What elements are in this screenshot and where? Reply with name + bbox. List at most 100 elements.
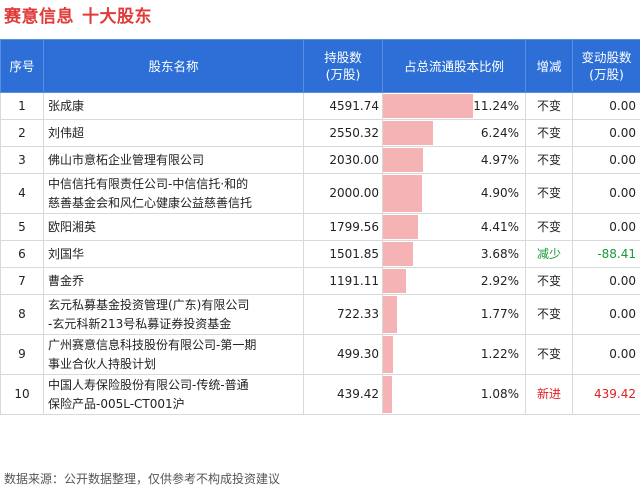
- shareholder-name-line: 刘国华: [48, 246, 85, 261]
- page-subtitle: 十大股东: [82, 7, 152, 27]
- shareholder-name-line: 佛山市意柘企业管理有限公司: [48, 152, 205, 167]
- holding-amount: 2030.00: [303, 146, 383, 174]
- holding-amount: 1191.11: [303, 267, 383, 295]
- shareholder-name: 刘伟超: [43, 119, 304, 147]
- table-row: 7 曹金乔 1191.11 2.92% 不变 0.00: [0, 267, 640, 295]
- change-status: 不变: [525, 146, 573, 174]
- change-status: 不变: [525, 119, 573, 147]
- table-row: 2 刘伟超 2550.32 6.24% 不变 0.00: [0, 119, 640, 147]
- ratio-cell: 2.92%: [382, 267, 526, 295]
- header-hold-line1: 持股数: [324, 50, 362, 65]
- table-row: 8 玄元私募基金投资管理(广东)有限公司 -玄元科新213号私募证券投资基金 722.…: [0, 294, 640, 335]
- change-amount: 0.00: [572, 213, 640, 241]
- ratio-text: 6.24%: [480, 125, 519, 140]
- change-amount: 0.00: [572, 294, 640, 335]
- header-idx: 序号: [0, 39, 44, 93]
- shareholder-name: 欧阳湘英: [43, 213, 304, 241]
- holding-amount: 1799.56: [303, 213, 383, 241]
- ratio-text: 1.77%: [480, 307, 519, 321]
- shareholder-name-line: 保险产品-005L-CT001沪: [48, 396, 185, 411]
- shareholders-table: 序号 股东名称 持股数 (万股) 占总流通股本比例 增减 变动股数 (万股) 1 张成…: [0, 39, 640, 415]
- header-chg: 增减: [525, 39, 573, 93]
- ratio-cell: 1.77%: [382, 294, 526, 335]
- table-row: 1 张成康 4591.74 11.24% 不变 0.00: [0, 92, 640, 120]
- shareholder-name-line: 广州赛意信息科技股份有限公司-第一期: [48, 337, 257, 352]
- change-status: 不变: [525, 334, 573, 375]
- ratio-cell: 1.08%: [382, 374, 526, 415]
- shareholder-name-line: 中信信托有限责任公司-中信信托·和的: [48, 176, 249, 191]
- holding-amount: 4591.74: [303, 92, 383, 120]
- row-index: 1: [0, 92, 44, 120]
- row-index: 8: [0, 294, 44, 335]
- holding-amount: 722.33: [303, 294, 383, 335]
- row-index: 6: [0, 240, 44, 268]
- change-amount: 0.00: [572, 267, 640, 295]
- table-row: 10 中国人寿保险股份有限公司-传统-普通 保险产品-005L-CT001沪 439.…: [0, 374, 640, 415]
- data-source-note: 数据来源：公开数据整理，仅供参考不构成投资建议: [4, 472, 281, 486]
- change-status: 不变: [525, 213, 573, 241]
- shareholder-name-line: 张成康: [48, 98, 85, 113]
- holding-amount: 1501.85: [303, 240, 383, 268]
- header-name: 股东名称: [43, 39, 304, 93]
- row-index: 9: [0, 334, 44, 375]
- shareholder-name-line: 慈善基金会和风仁心健康公益慈善信托: [48, 195, 253, 210]
- holding-amount: 2550.32: [303, 119, 383, 147]
- ratio-cell: 4.41%: [382, 213, 526, 241]
- shareholder-name: 广州赛意信息科技股份有限公司-第一期 事业合伙人持股计划: [43, 334, 304, 375]
- shareholder-name: 玄元私募基金投资管理(广东)有限公司 -玄元科新213号私募证券投资基金: [43, 294, 304, 335]
- ratio-text: 4.41%: [480, 219, 519, 234]
- change-amount: 0.00: [572, 173, 640, 214]
- row-index: 4: [0, 173, 44, 214]
- ratio-cell: 4.97%: [382, 146, 526, 174]
- shareholder-name: 张成康: [43, 92, 304, 120]
- change-status: 不变: [525, 173, 573, 214]
- table-row: 5 欧阳湘英 1799.56 4.41% 不变 0.00: [0, 213, 640, 241]
- row-index: 7: [0, 267, 44, 295]
- row-index: 10: [0, 374, 44, 415]
- header-amt-line1: 变动股数: [581, 50, 632, 65]
- ratio-text: 4.97%: [480, 152, 519, 167]
- header-amt-line2: (万股): [589, 67, 624, 82]
- ratio-cell: 4.90%: [382, 173, 526, 214]
- row-index: 2: [0, 119, 44, 147]
- ratio-cell: 3.68%: [382, 240, 526, 268]
- shareholder-name-line: -玄元科新213号私募证券投资基金: [48, 316, 232, 331]
- change-status: 不变: [525, 92, 573, 120]
- change-amount: 0.00: [572, 119, 640, 147]
- holding-amount: 439.42: [303, 374, 383, 415]
- table-row: 4 中信信托有限责任公司-中信信托·和的 慈善基金会和风仁心健康公益慈善信托 2000…: [0, 173, 640, 214]
- change-amount: 439.42: [572, 374, 640, 415]
- company-name: 赛意信息: [4, 7, 74, 27]
- holding-amount: 499.30: [303, 334, 383, 375]
- change-status: 不变: [525, 267, 573, 295]
- ratio-cell: 6.24%: [382, 119, 526, 147]
- change-status: 不变: [525, 294, 573, 335]
- row-index: 5: [0, 213, 44, 241]
- shareholder-name-line: 事业合伙人持股计划: [48, 356, 157, 371]
- shareholder-name: 中信信托有限责任公司-中信信托·和的 慈善基金会和风仁心健康公益慈善信托: [43, 173, 304, 214]
- shareholder-name-line: 欧阳湘英: [48, 219, 97, 234]
- change-status: 减少: [525, 240, 573, 268]
- ratio-text: 4.90%: [480, 186, 519, 200]
- ratio-cell: 11.24%: [382, 92, 526, 120]
- shareholder-name-line: 刘伟超: [48, 125, 85, 140]
- ratio-text: 1.22%: [480, 347, 519, 361]
- change-amount: 0.00: [572, 334, 640, 375]
- table-header-row: 序号 股东名称 持股数 (万股) 占总流通股本比例 增减 变动股数 (万股): [0, 39, 640, 93]
- table-row: 3 佛山市意柘企业管理有限公司 2030.00 4.97% 不变 0.00: [0, 146, 640, 174]
- row-index: 3: [0, 146, 44, 174]
- table-row: 6 刘国华 1501.85 3.68% 减少 -88.41: [0, 240, 640, 268]
- shareholder-name: 中国人寿保险股份有限公司-传统-普通 保险产品-005L-CT001沪: [43, 374, 304, 415]
- change-amount: 0.00: [572, 146, 640, 174]
- header-amt: 变动股数 (万股): [572, 39, 640, 93]
- shareholder-name: 刘国华: [43, 240, 304, 268]
- shareholder-name: 曹金乔: [43, 267, 304, 295]
- shareholder-name-line: 曹金乔: [48, 273, 85, 288]
- ratio-cell: 1.22%: [382, 334, 526, 375]
- holding-amount: 2000.00: [303, 173, 383, 214]
- ratio-text: 1.08%: [480, 387, 519, 401]
- header-hold-line2: (万股): [325, 67, 361, 82]
- ratio-text: 3.68%: [480, 246, 519, 261]
- ratio-text: 2.92%: [480, 273, 519, 288]
- header-hold: 持股数 (万股): [303, 39, 383, 93]
